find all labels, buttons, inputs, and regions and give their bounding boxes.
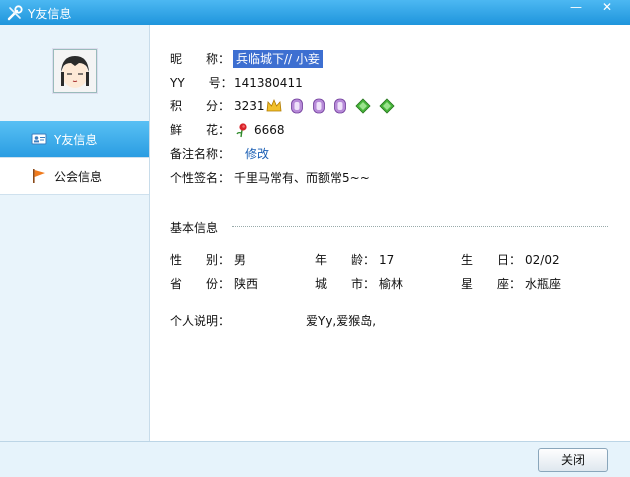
profile-panel: 昵 称： 兵临城下// 小妾 YY 号： 141380411 积 分： 3231 [150, 25, 630, 441]
moon-badge-icon [312, 98, 325, 113]
points-value: 3231 [234, 99, 265, 113]
birthday-label: 生 日： [461, 253, 522, 267]
star-badge-icon [355, 97, 371, 114]
tools-icon [7, 5, 23, 21]
moon-badge-icon [334, 98, 347, 113]
moon-badge-icon [290, 98, 303, 113]
star-badge-icon [379, 97, 395, 114]
footer-bar: 关闭 [0, 441, 630, 477]
yy-value: 141380411 [234, 76, 303, 90]
points-label: 积 分： [170, 99, 231, 113]
description-value: 爱Yy,爱猴岛, [306, 314, 377, 328]
birthday-value: 02/02 [525, 253, 560, 267]
avatar [53, 49, 97, 93]
zodiac-label: 星 座： [461, 277, 522, 291]
content-area: Y友信息 公会信息 昵 称： 兵临城下// 小妾 YY 号： 141380411… [0, 25, 630, 441]
description-row: 个人说明： 爱Yy,爱猴岛, [170, 312, 610, 330]
remark-label: 备注名称： [170, 147, 231, 161]
crown-icon [266, 98, 282, 111]
province-value: 陕西 [234, 277, 259, 291]
description-label: 个人说明： [170, 314, 231, 328]
basic-row-2: 省 份： 陕西 城 市： 榆林 星 座： 水瓶座 [170, 275, 610, 293]
title-bar[interactable]: Y友信息 — ✕ [0, 0, 630, 25]
sidebar-item-label: 公会信息 [54, 170, 103, 184]
close-icon: ✕ [601, 0, 613, 14]
sidebar: Y友信息 公会信息 [0, 25, 150, 441]
zodiac-value: 水瓶座 [525, 277, 562, 291]
city-value: 榆林 [379, 277, 404, 291]
gender-value: 男 [234, 253, 247, 267]
level-badges [266, 96, 399, 114]
section-title-basic-info: 基本信息 [170, 221, 219, 235]
minimize-button[interactable]: — [565, 0, 587, 16]
signature-value: 千里马常有、而额常5~~ [234, 171, 370, 185]
sidebar-item-friend-info[interactable]: Y友信息 [0, 121, 149, 157]
section-divider [232, 226, 608, 227]
sidebar-item-label: Y友信息 [54, 133, 98, 147]
nickname-value[interactable]: 兵临城下// 小妾 [233, 50, 323, 68]
minimize-icon: — [570, 0, 582, 14]
province-label: 省 份： [170, 277, 231, 291]
close-window-button[interactable]: ✕ [596, 0, 618, 16]
avatar-image [54, 50, 96, 92]
basic-row-1: 性 别： 男 年 龄： 17 生 日： 02/02 [170, 251, 610, 269]
signature-label: 个性签名： [170, 171, 231, 185]
city-label: 城 市： [315, 277, 376, 291]
id-card-icon [31, 133, 47, 145]
rose-icon [236, 123, 247, 138]
gender-label: 性 别： [170, 253, 231, 267]
age-value: 17 [379, 253, 395, 267]
flowers-label: 鲜 花： [170, 123, 231, 137]
flag-icon [33, 169, 45, 183]
edit-remark-link[interactable]: 修改 [245, 145, 269, 163]
yy-label: YY 号： [170, 76, 233, 90]
nickname-label: 昵 称： [170, 52, 231, 66]
flowers-value: 6668 [254, 123, 285, 137]
window-title: Y友信息 [28, 7, 72, 21]
close-button[interactable]: 关闭 [538, 448, 608, 472]
sidebar-item-guild-info[interactable]: 公会信息 [0, 157, 149, 195]
age-label: 年 龄： [315, 253, 376, 267]
